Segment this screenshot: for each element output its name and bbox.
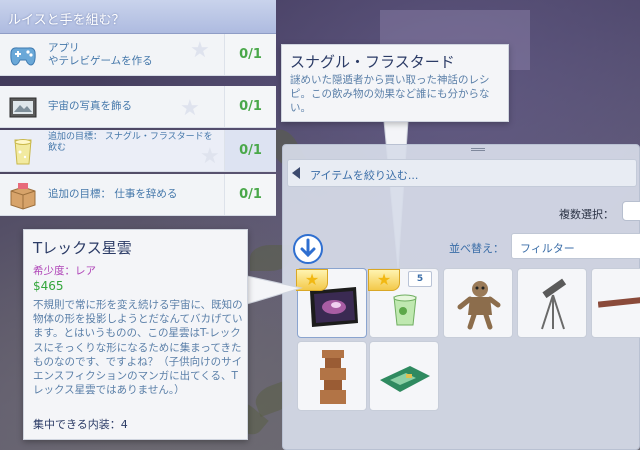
sort-label: 並べ替え： xyxy=(449,242,504,255)
goal-row[interactable]: 宇宙の写真を飾る ★ 0/1 xyxy=(0,86,276,128)
drink-glass-icon xyxy=(393,294,417,326)
gamepad-icon xyxy=(6,38,40,72)
collapse-left-icon[interactable] xyxy=(292,167,300,179)
object-name: Tレックス星雲 xyxy=(33,239,132,257)
goal-row[interactable]: 追加の目標： スナグル・フラスタードを 飲む ★ 0/1 xyxy=(0,130,276,172)
goal-progress: 0/1 xyxy=(224,86,276,127)
catalog-item-telescope[interactable] xyxy=(517,268,587,338)
tooltip-pointer xyxy=(246,275,303,305)
item-filter-bar[interactable]: アイテムを絞り込む... xyxy=(287,159,637,187)
clay-pillar-icon xyxy=(320,350,346,404)
goal-label: 追加の目標： 仕事を辞める xyxy=(48,188,178,200)
aspiration-header: ルイスと手を組む？ xyxy=(0,0,276,34)
decorative-star-icon: ★ xyxy=(200,144,220,169)
catalog-panel: アイテムを絞り込む... 複数選択： 並べ替え： フィルター ★ ★ 5 xyxy=(282,144,640,450)
arrow-down-icon xyxy=(300,238,316,258)
multi-select-label: 複数選択： xyxy=(559,208,614,221)
star-icon: ★ xyxy=(368,269,400,291)
goal-label: 追加の目標： スナグル・フラスタードを 飲む xyxy=(48,132,213,153)
catalog-item-voodoo-doll[interactable] xyxy=(443,268,513,338)
goal-progress: 0/1 xyxy=(224,130,276,171)
goal-progress: 0/1 xyxy=(224,34,276,75)
aspiration-panel: ルイスと手を組む？ アプリ やテレビゲームを作る ★ 0/1 宇宙の写真を飾る … xyxy=(0,0,276,216)
catalog-item-ancient-artifact[interactable] xyxy=(297,341,367,411)
panel-drag-handle[interactable] xyxy=(471,148,485,151)
object-detail-tooltip: Tレックス星雲 希少度：レア $465 不規則で常に形を変え続ける宇宙に、既知の… xyxy=(23,229,248,440)
sort-value: フィルター xyxy=(520,242,575,255)
simoleon-icon: $ xyxy=(33,279,41,293)
sort-dropdown[interactable]: フィルター xyxy=(511,233,640,259)
item-tooltip: スナグル・フラスタード 謎めいた隠遁者から買い取った神話のレシピ。この飲み物の効… xyxy=(281,44,509,122)
decorative-star-icon: ★ xyxy=(190,38,210,63)
download-arrow-button[interactable] xyxy=(293,234,323,264)
goal-row[interactable]: 追加の目標： 仕事を辞める 0/1 xyxy=(0,174,276,216)
object-rarity: 希少度：レア xyxy=(33,265,96,277)
drink-glass-icon xyxy=(6,134,40,168)
cardboard-box-icon xyxy=(6,178,40,212)
object-price: $465 xyxy=(33,279,64,293)
aspiration-title: ルイスと手を組む？ xyxy=(8,13,125,28)
multi-select-toggle[interactable] xyxy=(622,201,640,221)
catalog-item-circuit-device[interactable] xyxy=(369,341,439,411)
wooden-stick-icon xyxy=(598,296,640,308)
object-focus-stat: 集中できる内装：4 xyxy=(33,418,128,431)
voodoo-doll-icon xyxy=(457,281,501,330)
catalog-item-wooden-object[interactable] xyxy=(591,268,640,338)
item-count-badge: 5 xyxy=(408,271,432,287)
object-price-value: 465 xyxy=(40,279,64,293)
object-description: 不規則で常に形を変え続ける宇宙に、既知の物体の形を投影しようとだなんてバカげてい… xyxy=(33,299,243,397)
catalog-item-snuggle-fluster[interactable]: ★ 5 xyxy=(368,268,439,338)
item-tooltip-description: 謎めいた隠遁者から買い取った神話のレシピ。この飲み物の効果など誰にも分からない。 xyxy=(290,74,490,114)
framed-photo-icon xyxy=(6,90,40,124)
goal-progress: 0/1 xyxy=(224,174,276,215)
item-tooltip-title: スナグル・フラスタード xyxy=(290,53,455,71)
filter-input[interactable]: アイテムを絞り込む... xyxy=(310,167,418,183)
circuit-board-icon xyxy=(380,366,430,392)
decorative-star-icon: ★ xyxy=(180,96,200,121)
goal-row[interactable]: アプリ やテレビゲームを作る ★ 0/1 xyxy=(0,34,276,76)
telescope-icon xyxy=(541,278,567,330)
catalog-item-nebula-poster[interactable]: ★ xyxy=(296,268,367,338)
